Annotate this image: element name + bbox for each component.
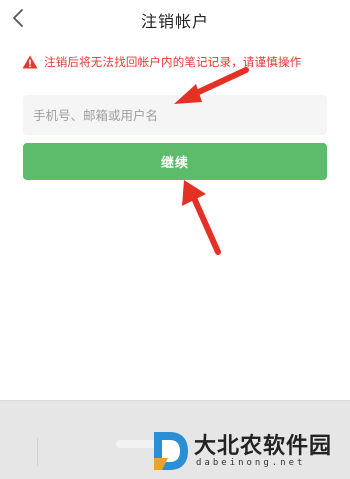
page-title: 注销帐户: [140, 12, 209, 31]
watermark-title: 大北农软件园: [194, 434, 333, 459]
annotation-arrow-to-input: [174, 67, 249, 104]
warning-triangle-icon: [22, 55, 38, 69]
watermark: 大北农软件园 dabeinong.net: [148, 428, 348, 476]
bottom-divider: [37, 438, 38, 466]
watermark-logo-icon: [154, 432, 188, 470]
continue-button[interactable]: 继续: [23, 143, 327, 180]
annotation-arrow-to-button: [182, 180, 221, 255]
header-bar: 注销帐户: [0, 0, 350, 36]
continue-button-label: 继续: [160, 156, 189, 171]
watermark-url: dabeinong.net: [196, 458, 306, 468]
